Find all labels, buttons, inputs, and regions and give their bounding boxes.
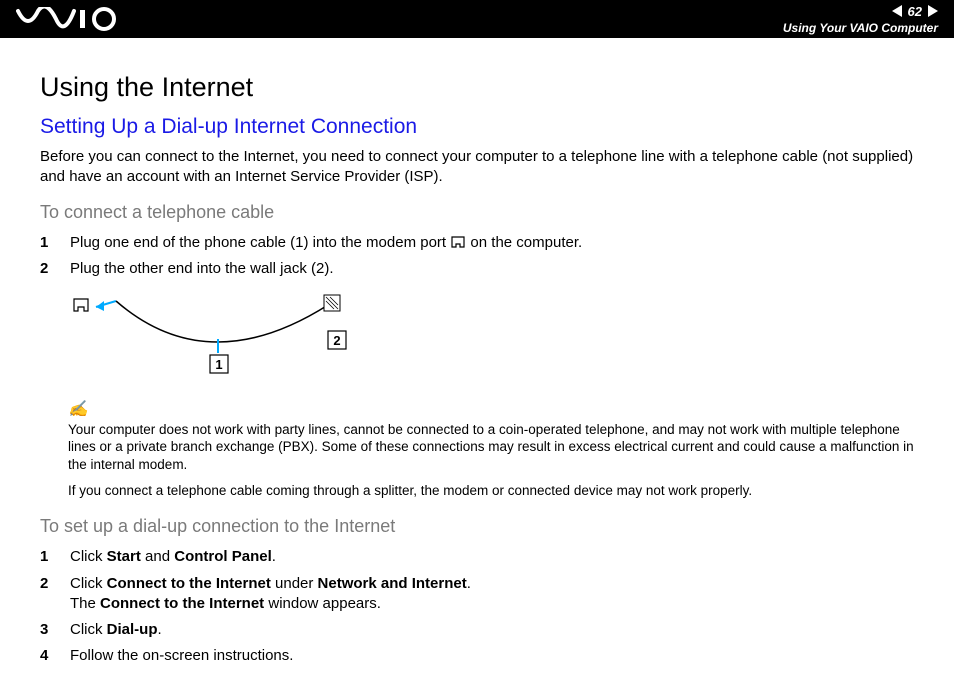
- note-text-2: If you connect a telephone cable coming …: [68, 483, 914, 498]
- list-item: 1 Plug one end of the phone cable (1) in…: [40, 233, 914, 253]
- section-a-heading: To connect a telephone cable: [40, 202, 914, 223]
- step-text: Click Connect to the Internet under Netw…: [70, 574, 471, 615]
- svg-text:1: 1: [215, 357, 222, 372]
- step-number: 2: [40, 259, 52, 279]
- step-number: 1: [40, 547, 52, 567]
- step-text: Follow the on-screen instructions.: [70, 646, 293, 666]
- note-icon: ✍: [68, 401, 88, 418]
- step-number: 1: [40, 233, 52, 253]
- intro-paragraph: Before you can connect to the Internet, …: [40, 147, 914, 188]
- prev-page-icon[interactable]: [892, 5, 902, 17]
- vaio-logo: [16, 7, 126, 31]
- note-block: ✍ Your computer does not work with party…: [68, 400, 914, 473]
- cable-diagram: 1 2: [68, 291, 914, 386]
- modem-port-icon: [450, 235, 466, 249]
- step-number: 4: [40, 646, 52, 666]
- steps-list-a: 1 Plug one end of the phone cable (1) in…: [40, 233, 914, 280]
- list-item: 3 Click Dial-up.: [40, 620, 914, 640]
- step-text: Click Start and Control Panel.: [70, 547, 276, 567]
- step-text: Plug one end of the phone cable (1) into…: [70, 233, 582, 253]
- page-content: Using the Internet Setting Up a Dial-up …: [0, 38, 954, 699]
- page-number: 62: [908, 4, 922, 19]
- step-text: Click Dial-up.: [70, 620, 162, 640]
- header-bar: 62 Using Your VAIO Computer: [0, 0, 954, 38]
- step-number: 3: [40, 620, 52, 640]
- list-item: 4 Follow the on-screen instructions.: [40, 646, 914, 666]
- page-indicator: 62 Using Your VAIO Computer: [783, 4, 938, 35]
- page-title: Using the Internet: [40, 72, 914, 103]
- steps-list-b: 1 Click Start and Control Panel. 2 Click Co…: [40, 547, 914, 666]
- svg-text:2: 2: [333, 333, 340, 348]
- step-text: Plug the other end into the wall jack (2…: [70, 259, 333, 279]
- section-name: Using Your VAIO Computer: [783, 21, 938, 35]
- next-page-icon[interactable]: [928, 5, 938, 17]
- section-b-heading: To set up a dial-up connection to the In…: [40, 516, 914, 537]
- note-text: Your computer does not work with party l…: [68, 422, 914, 472]
- list-item: 2 Click Connect to the Internet under Net…: [40, 574, 914, 615]
- list-item: 1 Click Start and Control Panel.: [40, 547, 914, 567]
- page-subtitle: Setting Up a Dial-up Internet Connection: [40, 115, 914, 139]
- step-number: 2: [40, 574, 52, 615]
- list-item: 2 Plug the other end into the wall jack …: [40, 259, 914, 279]
